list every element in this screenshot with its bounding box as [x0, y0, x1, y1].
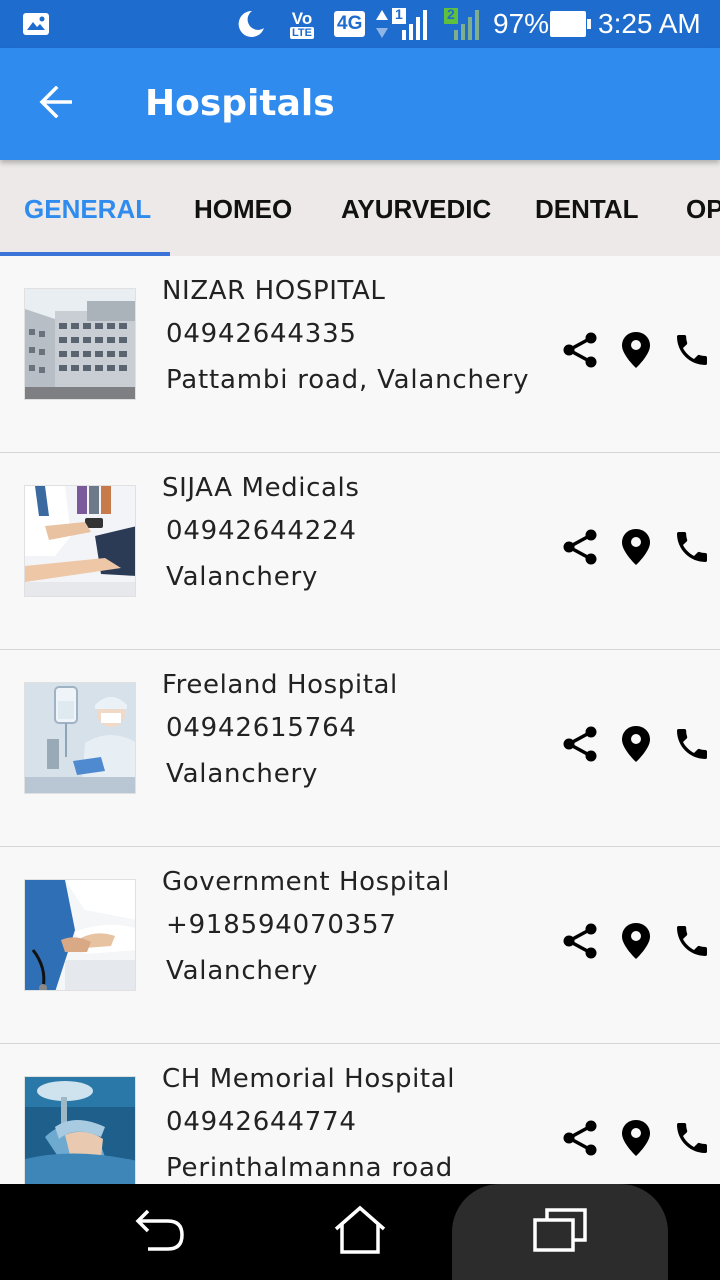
sim2-label: 2 — [447, 6, 455, 22]
hospital-name: CH Memorial Hospital — [162, 1064, 456, 1094]
share-button[interactable] — [558, 921, 602, 965]
share-button[interactable] — [558, 330, 602, 374]
moon-icon — [234, 0, 266, 48]
hospital-address: Valanchery — [166, 759, 319, 789]
image-icon — [22, 0, 50, 48]
map-pin-icon — [621, 1119, 651, 1161]
volte-top-label: Vo — [291, 8, 313, 28]
share-icon — [560, 1118, 600, 1162]
signal-sim2-icon: 2 — [444, 0, 484, 48]
hospital-thumbnail — [24, 485, 136, 597]
map-button[interactable] — [614, 1118, 658, 1162]
list-item[interactable]: NIZAR HOSPITAL 04942644335 Pattambi road… — [0, 256, 720, 453]
hospital-thumbnail — [24, 879, 136, 991]
share-button[interactable] — [558, 527, 602, 571]
app-bar: Hospitals — [0, 48, 720, 160]
hospital-name: Freeland Hospital — [162, 670, 398, 700]
hospital-phone: 04942615764 — [166, 713, 357, 743]
phone-icon — [672, 330, 712, 374]
share-button[interactable] — [558, 1118, 602, 1162]
tab-general[interactable]: GENERAL — [24, 160, 151, 256]
hospital-address: Pattambi road, Valanchery — [166, 365, 530, 395]
map-button[interactable] — [614, 330, 658, 374]
nav-home-button[interactable] — [320, 1184, 400, 1280]
nav-recents-icon — [533, 1208, 587, 1256]
hospital-name: NIZAR HOSPITAL — [162, 276, 386, 306]
share-icon — [560, 330, 600, 374]
map-pin-icon — [621, 922, 651, 964]
tab-homeo[interactable]: HOMEO — [194, 160, 292, 256]
phone-icon — [672, 921, 712, 965]
arrow-left-icon — [38, 85, 74, 122]
hospital-phone: 04942644335 — [166, 319, 357, 349]
call-button[interactable] — [670, 527, 714, 571]
phone-icon — [672, 1118, 712, 1162]
tab-dental[interactable]: DENTAL — [535, 160, 639, 256]
map-button[interactable] — [614, 527, 658, 571]
hospital-thumbnail — [24, 1076, 136, 1184]
list-item[interactable]: Freeland Hospital 04942615764 Valanchery — [0, 650, 720, 847]
hospital-list: NIZAR HOSPITAL 04942644335 Pattambi road… — [0, 256, 720, 1184]
hospital-name: SIJAA Medicals — [162, 473, 360, 503]
tab-indicator — [0, 252, 170, 256]
nav-back-icon — [134, 1207, 186, 1257]
hospital-address: Valanchery — [166, 562, 319, 592]
tab-op[interactable]: OP — [686, 160, 720, 256]
share-icon — [560, 724, 600, 768]
volte-icon: Vo LTE — [284, 0, 320, 48]
hospital-address: Valanchery — [166, 956, 319, 986]
map-pin-icon — [621, 725, 651, 767]
hospital-phone: +918594070357 — [166, 910, 397, 940]
map-pin-icon — [621, 528, 651, 570]
4g-label: 4G — [334, 11, 366, 37]
hospital-phone: 04942644774 — [166, 1107, 357, 1137]
list-item[interactable]: CH Memorial Hospital 04942644774 Perinth… — [0, 1044, 720, 1184]
map-button[interactable] — [614, 724, 658, 768]
status-bar: Vo LTE 4G 1 2 97% 3:25 AM — [0, 0, 720, 48]
hospital-name: Government Hospital — [162, 867, 450, 897]
hospital-address: Perinthalmanna road — [166, 1153, 454, 1183]
tab-ayurvedic[interactable]: AYURVEDIC — [341, 160, 491, 256]
hospital-thumbnail — [24, 288, 136, 400]
phone-icon — [672, 724, 712, 768]
share-button[interactable] — [558, 724, 602, 768]
hospital-thumbnail — [24, 682, 136, 794]
hospital-phone: 04942644224 — [166, 516, 357, 546]
nav-back-button[interactable] — [120, 1184, 200, 1280]
battery-icon — [550, 0, 592, 48]
call-button[interactable] — [670, 921, 714, 965]
page-title: Hospitals — [145, 83, 335, 124]
sim1-label: 1 — [395, 6, 403, 22]
data-arrows-icon — [374, 0, 390, 48]
phone-icon — [672, 527, 712, 571]
list-item[interactable]: Government Hospital +918594070357 Valanc… — [0, 847, 720, 1044]
map-pin-icon — [621, 331, 651, 373]
nav-home-icon — [333, 1205, 387, 1259]
share-icon — [560, 527, 600, 571]
battery-percent: 97% — [493, 8, 550, 39]
back-button[interactable] — [24, 72, 88, 136]
call-button[interactable] — [670, 724, 714, 768]
share-icon — [560, 921, 600, 965]
list-item[interactable]: SIJAA Medicals 04942644224 Valanchery — [0, 453, 720, 650]
clock: 3:25 AM — [598, 8, 701, 39]
navigation-bar — [0, 1184, 720, 1280]
map-button[interactable] — [614, 921, 658, 965]
call-button[interactable] — [670, 1118, 714, 1162]
screen: Vo LTE 4G 1 2 97% 3:25 AM Hospitals GENE… — [0, 0, 720, 1280]
call-button[interactable] — [670, 330, 714, 374]
4g-icon: 4G — [334, 0, 366, 48]
volte-bottom-label: LTE — [290, 26, 314, 39]
nav-recents-button[interactable] — [520, 1184, 600, 1280]
signal-sim1-icon: 1 — [392, 0, 432, 48]
tab-bar: GENERAL HOMEO AYURVEDIC DENTAL OP — [0, 160, 720, 256]
